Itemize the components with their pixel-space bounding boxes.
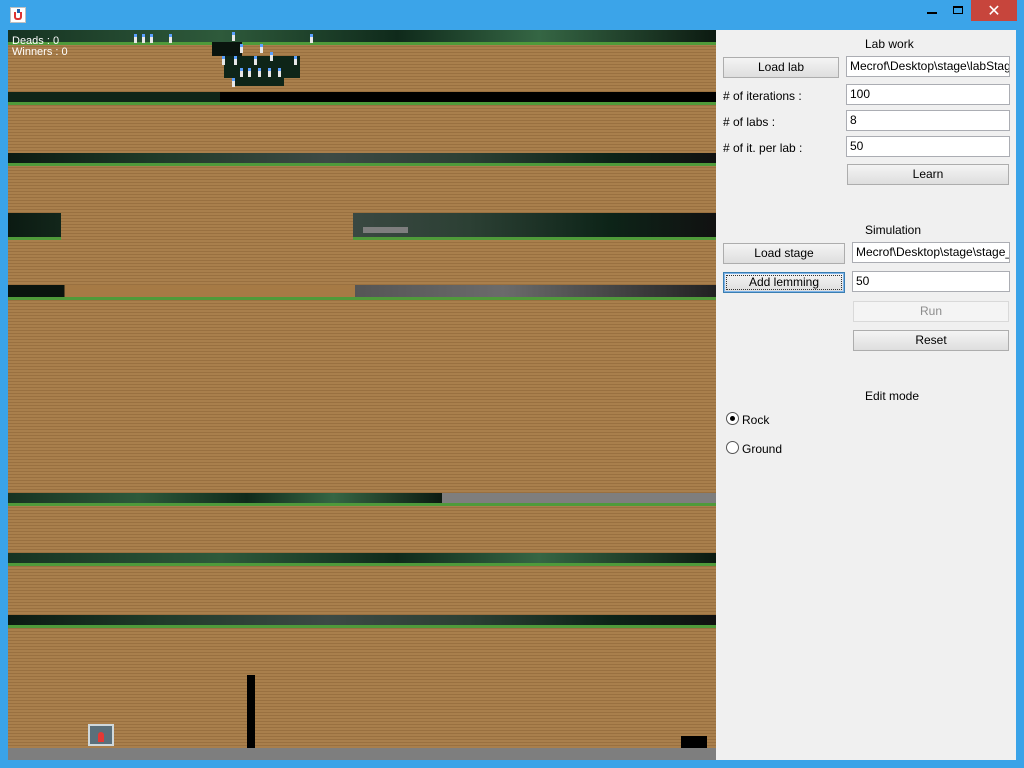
lemming xyxy=(232,32,235,41)
app-window: ✕ Deads: 0 Winners: 0 Lab work Load la… xyxy=(0,0,1024,768)
lemming-group xyxy=(212,42,302,92)
rock-block xyxy=(363,227,408,233)
lemming xyxy=(258,68,261,77)
iter-per-lab-field[interactable]: 50 xyxy=(846,136,1010,157)
ground-layer xyxy=(8,42,716,92)
lemming xyxy=(310,34,313,43)
iterations-field[interactable]: 100 xyxy=(846,84,1010,105)
lemming xyxy=(169,34,172,43)
lemming xyxy=(150,34,153,43)
lemming xyxy=(278,68,281,77)
labs-field[interactable]: 8 xyxy=(846,110,1010,131)
exit-door-icon xyxy=(88,724,114,746)
lemming xyxy=(248,68,251,77)
lab-path-field[interactable]: Mecrof\Desktop\stage\labStages xyxy=(846,56,1010,77)
lemming xyxy=(142,34,145,43)
rock-radio-label[interactable]: Rock xyxy=(742,413,769,427)
winners-counter: Winners : 0 xyxy=(12,46,68,58)
labs-label: # of labs : xyxy=(723,115,776,129)
run-button[interactable]: Run xyxy=(853,301,1009,322)
load-lab-button[interactable]: Load lab xyxy=(723,57,839,78)
ground-layer xyxy=(8,563,716,615)
minimize-button[interactable] xyxy=(920,0,944,22)
game-stats: Deads : 0 Winners : 0 xyxy=(12,36,68,58)
ground-layer xyxy=(8,163,716,213)
close-button[interactable]: ✕ xyxy=(971,0,1017,21)
rock-block xyxy=(681,736,707,748)
ground-layer xyxy=(8,102,716,154)
java-cup-icon xyxy=(10,7,26,23)
load-stage-button[interactable]: Load stage xyxy=(723,243,845,264)
ground-layer xyxy=(8,237,61,285)
learn-button[interactable]: Learn xyxy=(847,164,1009,185)
lemming xyxy=(234,56,237,65)
ground-radio-label[interactable]: Ground xyxy=(742,442,782,456)
lab-section-title: Lab work xyxy=(865,37,914,51)
edit-section-title: Edit mode xyxy=(865,389,920,403)
client-area: Deads : 0 Winners : 0 Lab work Load lab … xyxy=(8,30,1016,760)
iterations-label: # of iterations : xyxy=(723,89,802,103)
ground-block xyxy=(61,213,353,285)
lemming xyxy=(222,56,225,65)
lemming xyxy=(240,44,243,53)
lemming xyxy=(134,34,137,43)
simulation-section-title: Simulation xyxy=(865,223,922,237)
ground-layer xyxy=(8,625,716,749)
game-canvas[interactable]: Deads : 0 Winners : 0 xyxy=(8,30,716,760)
lemming xyxy=(294,56,297,65)
lemming-count-field[interactable]: 50 xyxy=(852,271,1010,292)
lemming xyxy=(270,52,273,61)
title-bar[interactable]: ✕ xyxy=(0,0,1024,30)
ground-layer xyxy=(353,237,716,285)
lemming xyxy=(260,44,263,53)
ground-layer xyxy=(8,503,716,553)
rock-pillar xyxy=(247,675,255,748)
rock-radio[interactable] xyxy=(726,412,739,425)
control-panel: Lab work Load lab Mecrof\Desktop\stage\l… xyxy=(716,30,1016,760)
lemming xyxy=(240,68,243,77)
reset-button[interactable]: Reset xyxy=(853,330,1009,351)
stage-path-field[interactable]: Mecrof\Desktop\stage\stage_1 xyxy=(852,242,1010,263)
add-lemming-button[interactable]: Add lemming xyxy=(723,272,845,293)
lemming xyxy=(254,56,257,65)
ground-layer xyxy=(8,297,716,493)
lemming xyxy=(232,78,235,87)
lemming xyxy=(268,68,271,77)
maximize-button[interactable] xyxy=(946,0,970,22)
iter-per-lab-label: # of it. per lab : xyxy=(723,141,803,155)
ground-radio[interactable] xyxy=(726,441,739,454)
rock-floor xyxy=(8,748,716,760)
